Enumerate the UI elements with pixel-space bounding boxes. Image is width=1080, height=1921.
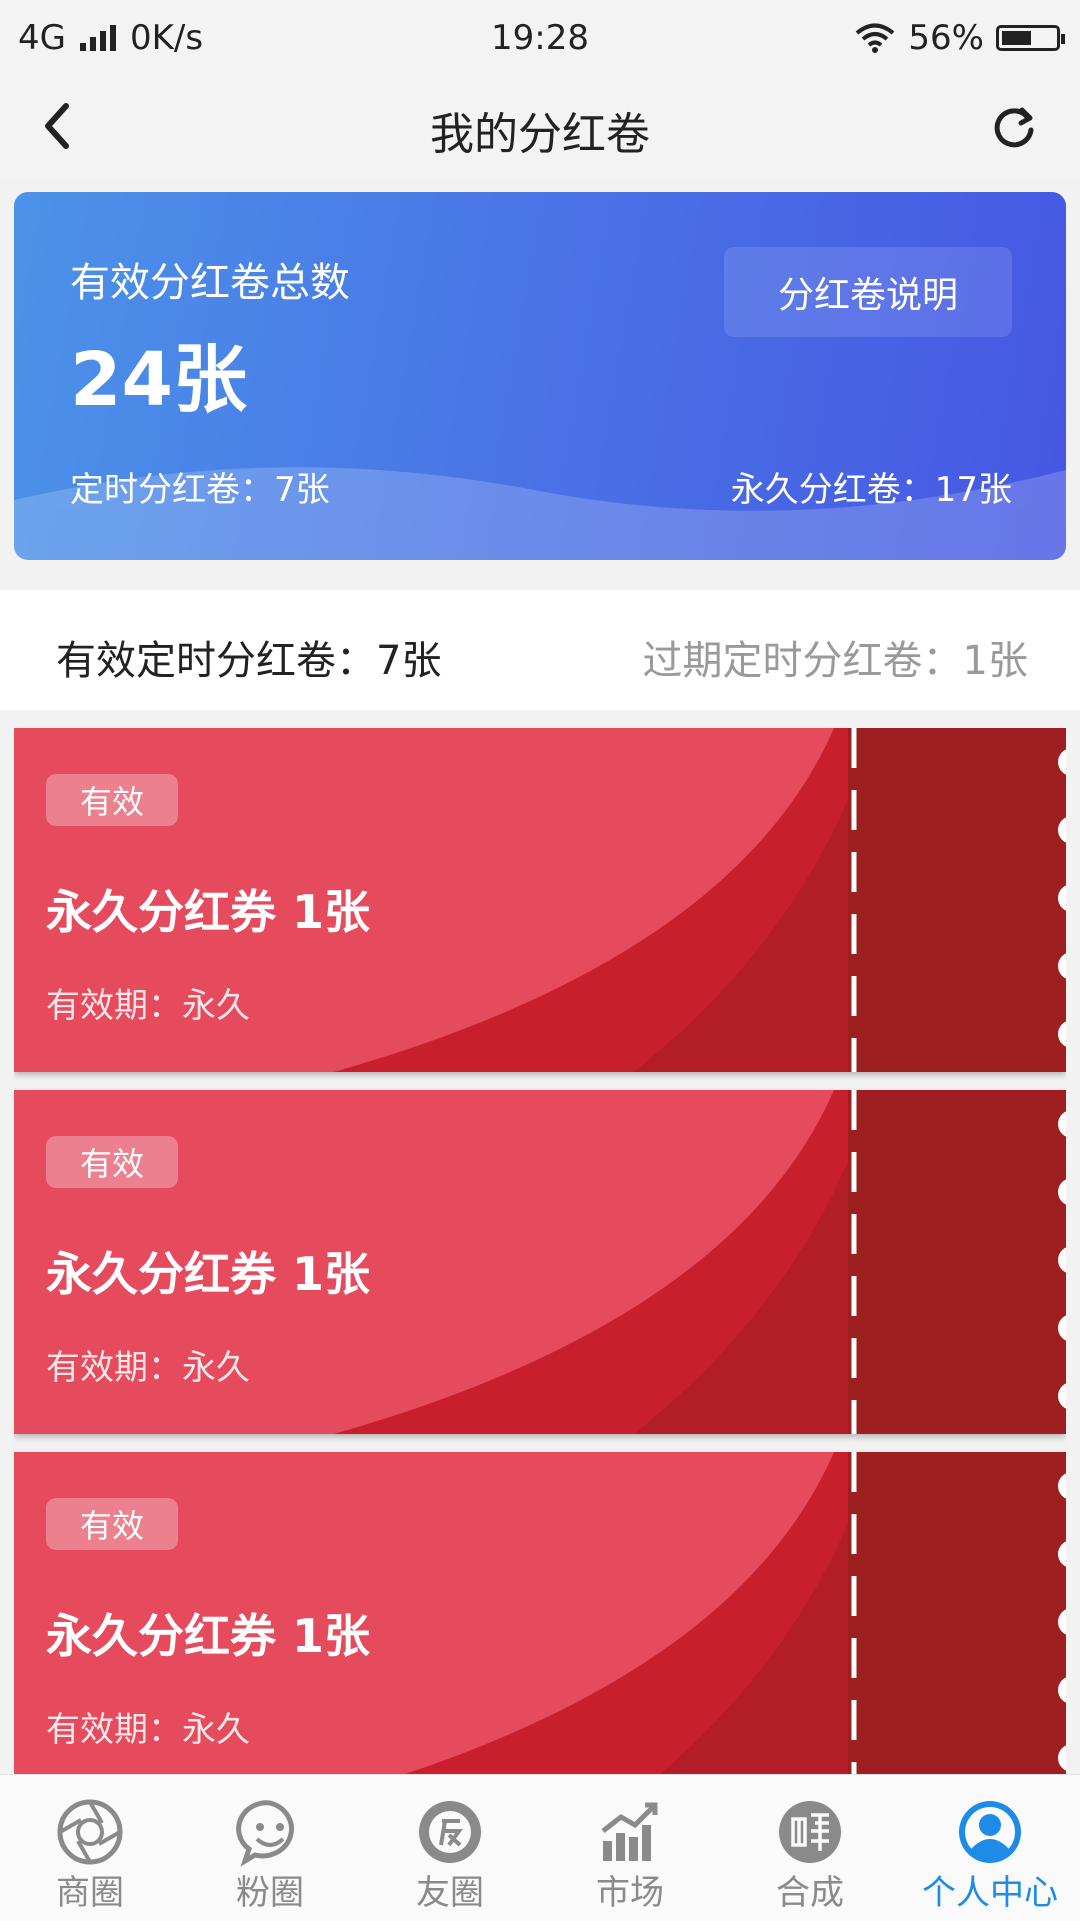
nav-item-youquan[interactable]: 友圈 — [360, 1775, 540, 1921]
wifi-icon — [856, 23, 895, 53]
explain-button[interactable]: 分红卷说明 — [724, 247, 1012, 337]
coupon-validity: 有效期：永久 — [46, 986, 250, 1026]
battery-fill — [1002, 31, 1031, 45]
coupon-validity: 有效期：永久 — [46, 1348, 250, 1388]
nav-item-shangquan[interactable]: 商圈 — [0, 1775, 180, 1921]
earn-icon — [779, 1801, 841, 1863]
nav-item-fenquan[interactable]: 粉圈 — [180, 1775, 360, 1921]
nav-item-hecheng[interactable]: 合成 — [720, 1775, 900, 1921]
title-bar: 我的分红卷 — [0, 74, 1080, 179]
summary-permanent-count: 永久分红卷：17张 — [730, 470, 1012, 510]
nav-label: 个人中心 — [922, 1873, 1058, 1913]
market-chart-icon — [601, 1802, 658, 1861]
battery-icon — [996, 25, 1065, 51]
coupon-card[interactable]: 有效 永久分红券 1张 有效期：永久 — [14, 728, 1066, 1072]
refresh-button[interactable] — [982, 96, 1046, 160]
nav-item-shichang[interactable]: 市场 — [540, 1775, 720, 1921]
nav-label: 友圈 — [416, 1873, 484, 1913]
coupon-title: 永久分红券 1张 — [46, 1609, 371, 1663]
battery-percent: 56% — [908, 18, 984, 58]
nav-label: 合成 — [776, 1873, 844, 1913]
smile-chat-icon — [236, 1800, 294, 1867]
coupon-title: 永久分红券 1张 — [46, 1247, 371, 1301]
status-badge: 有效 — [46, 1136, 178, 1188]
nav-label: 商圈 — [56, 1873, 124, 1913]
page-title: 我的分红卷 — [430, 109, 650, 160]
summary-label: 有效分红卷总数 — [70, 260, 350, 306]
stats-row: 有效定时分红卷：7张 过期定时分红卷：1张 — [0, 590, 1080, 710]
summary-total: 24张 — [70, 337, 247, 423]
person-icon — [959, 1801, 1021, 1863]
expired-timed-tab[interactable]: 过期定时分红卷：1张 — [643, 628, 1028, 686]
coupon-validity: 有效期：永久 — [46, 1710, 250, 1750]
status-badge: 有效 — [46, 774, 178, 826]
status-bar: 4G 0K/s 19:28 56% — [0, 0, 1080, 74]
bottom-nav: 商圈 粉圈 友圈 市场 合成 个人中心 — [0, 1774, 1080, 1921]
friend-circle-icon — [419, 1801, 481, 1863]
valid-timed-tab[interactable]: 有效定时分红卷：7张 — [56, 628, 441, 686]
refresh-icon — [994, 107, 1034, 148]
coupon-list: 有效 永久分红券 1张 有效期：永久 有效 永久分红券 1张 有效期：永久 有效… — [14, 728, 1066, 1774]
aperture-icon — [57, 1799, 123, 1865]
nav-label: 市场 — [596, 1873, 664, 1913]
coupon-card[interactable]: 有效 永久分红券 1张 有效期：永久 — [14, 1452, 1066, 1774]
nav-label: 粉圈 — [236, 1873, 304, 1913]
status-right: 56% — [854, 18, 1065, 58]
nav-item-personal-center[interactable]: 个人中心 — [900, 1775, 1080, 1921]
summary-timed-count: 定时分红卷：7张 — [70, 470, 330, 510]
status-badge: 有效 — [46, 1498, 178, 1550]
coupon-title: 永久分红券 1张 — [46, 885, 371, 939]
coupon-card[interactable]: 有效 永久分红券 1张 有效期：永久 — [14, 1090, 1066, 1434]
summary-card: 有效分红卷总数 24张 分红卷说明 定时分红卷：7张 永久分红卷：17张 — [14, 192, 1066, 560]
